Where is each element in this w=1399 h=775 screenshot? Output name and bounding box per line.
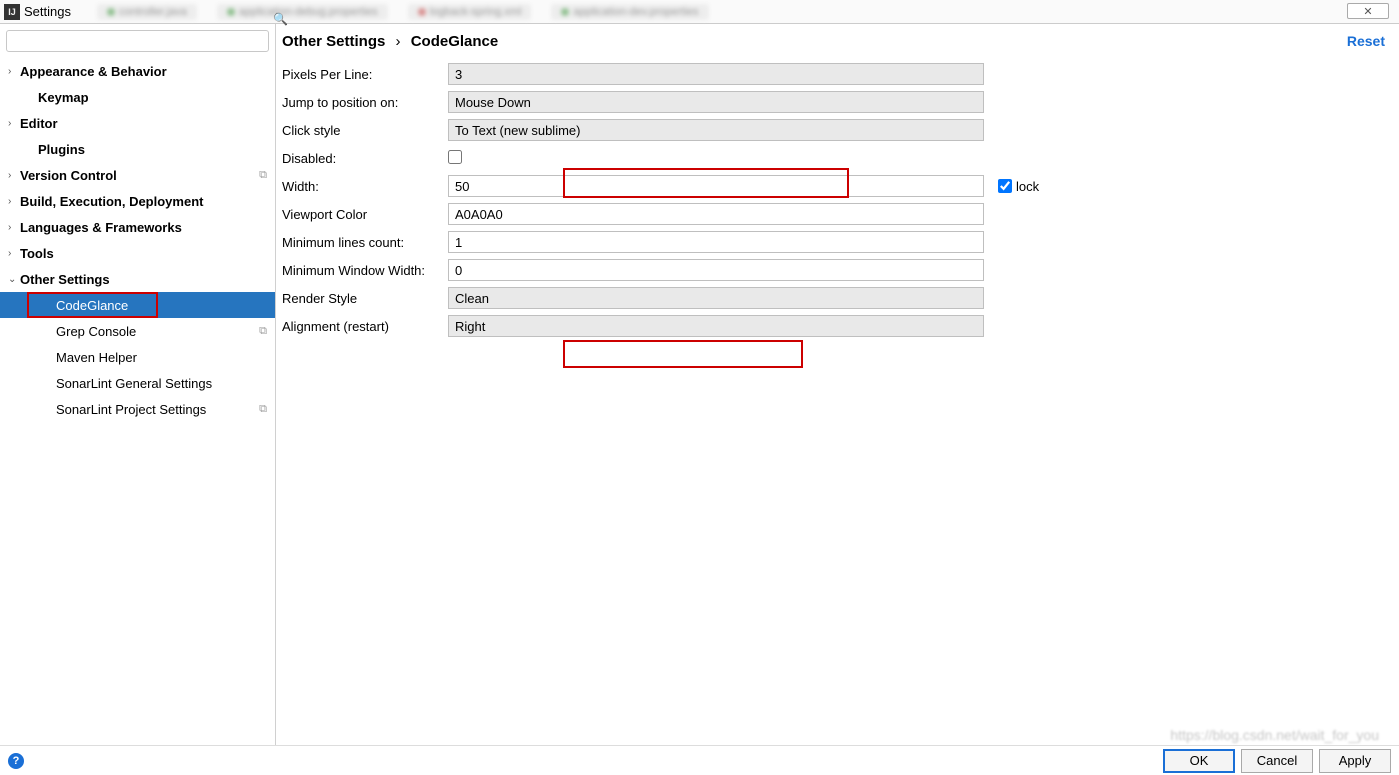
settings-sidebar: 🔍 ›Appearance & BehaviorKeymap›EditorPlu… — [0, 24, 276, 745]
tree-item-label: CodeGlance — [56, 298, 128, 313]
pixels-per-line-select[interactable]: 3 — [448, 63, 984, 85]
chevron-icon: › — [8, 248, 20, 259]
help-icon[interactable]: ? — [8, 753, 24, 769]
render-style-select[interactable]: Clean — [448, 287, 984, 309]
jump-to-label: Jump to position on: — [282, 95, 448, 110]
chevron-icon: › — [8, 66, 20, 77]
apply-button[interactable]: Apply — [1319, 749, 1391, 773]
breadcrumb-separator: › — [396, 33, 401, 50]
tree-item-label: Languages & Frameworks — [20, 220, 182, 235]
tree-item-label: Plugins — [38, 142, 85, 157]
settings-content: Other Settings › CodeGlance Reset Pixels… — [276, 24, 1399, 745]
min-lines-label: Minimum lines count: — [282, 235, 448, 250]
copy-icon: ⧉ — [259, 325, 267, 338]
tree-item-editor[interactable]: ›Editor — [0, 110, 275, 136]
chevron-icon: › — [8, 196, 20, 207]
min-lines-input[interactable] — [448, 231, 984, 253]
lock-checkbox[interactable] — [998, 179, 1012, 193]
tree-item-sonarlint-general-settings[interactable]: SonarLint General Settings — [0, 370, 275, 396]
width-input[interactable] — [448, 175, 984, 197]
tree-item-label: Editor — [20, 116, 58, 131]
width-label: Width: — [282, 179, 448, 194]
lock-label: lock — [1016, 179, 1039, 194]
tree-item-other-settings[interactable]: ⌄Other Settings — [0, 266, 275, 292]
tree-item-label: SonarLint General Settings — [56, 376, 212, 391]
tree-item-label: Appearance & Behavior — [20, 64, 167, 79]
tree-item-keymap[interactable]: Keymap — [0, 84, 275, 110]
render-style-label: Render Style — [282, 291, 448, 306]
click-style-select[interactable]: To Text (new sublime) — [448, 119, 984, 141]
tree-item-plugins[interactable]: Plugins — [0, 136, 275, 162]
close-icon[interactable]: ✕ — [1347, 3, 1389, 19]
tree-item-grep-console[interactable]: Grep Console ⧉ — [0, 318, 275, 344]
highlight-box-alignment — [563, 340, 803, 368]
min-window-width-label: Minimum Window Width: — [282, 263, 448, 278]
tree-item-label: Tools — [20, 246, 54, 261]
chevron-icon: › — [8, 118, 20, 129]
pixels-per-line-label: Pixels Per Line: — [282, 67, 448, 82]
disabled-label: Disabled: — [282, 151, 448, 166]
copy-icon: ⧉ — [259, 403, 267, 416]
tree-item-sonarlint-project-settings[interactable]: SonarLint Project Settings ⧉ — [0, 396, 275, 422]
viewport-color-input[interactable] — [448, 203, 984, 225]
jump-to-select[interactable]: Mouse Down — [448, 91, 984, 113]
watermark: https://blog.csdn.net/wait_for_you — [1170, 727, 1379, 743]
tree-item-label: Other Settings — [20, 272, 110, 287]
alignment-select[interactable]: Right — [448, 315, 984, 337]
editor-tabs-blur: controller.java application-debug.proper… — [97, 4, 709, 20]
chevron-icon: ⌄ — [8, 274, 20, 285]
window-title: Settings — [24, 4, 79, 19]
tree-item-label: SonarLint Project Settings — [56, 402, 206, 417]
tree-item-label: Grep Console — [56, 324, 136, 339]
tree-item-label: Keymap — [38, 90, 89, 105]
dialog-footer: ? OK Cancel Apply — [0, 745, 1399, 775]
breadcrumb-current: CodeGlance — [411, 33, 499, 50]
min-window-width-input[interactable] — [448, 259, 984, 281]
reset-link[interactable]: Reset — [1347, 33, 1385, 49]
alignment-label: Alignment (restart) — [282, 319, 448, 334]
tree-item-codeglance[interactable]: CodeGlance — [0, 292, 275, 318]
cancel-button[interactable]: Cancel — [1241, 749, 1313, 773]
chevron-icon: › — [8, 222, 20, 233]
tree-item-appearance-behavior[interactable]: ›Appearance & Behavior — [0, 58, 275, 84]
tree-item-build-execution-deployment[interactable]: ›Build, Execution, Deployment — [0, 188, 275, 214]
app-icon: IJ — [4, 4, 20, 20]
chevron-icon: › — [8, 170, 20, 181]
tree-item-maven-helper[interactable]: Maven Helper — [0, 344, 275, 370]
ok-button[interactable]: OK — [1163, 749, 1235, 773]
tree-item-tools[interactable]: ›Tools — [0, 240, 275, 266]
breadcrumb-parent[interactable]: Other Settings — [282, 33, 385, 50]
breadcrumb: Other Settings › CodeGlance — [282, 33, 1347, 50]
tree-item-label: Version Control — [20, 168, 117, 183]
copy-icon: ⧉ — [259, 169, 267, 182]
tree-item-languages-frameworks[interactable]: ›Languages & Frameworks — [0, 214, 275, 240]
titlebar: IJ Settings controller.java application-… — [0, 0, 1399, 24]
tree-item-label: Build, Execution, Deployment — [20, 194, 203, 209]
tree-item-version-control[interactable]: ›Version Control ⧉ — [0, 162, 275, 188]
search-input[interactable] — [6, 30, 269, 52]
lock-label-wrap[interactable]: lock — [998, 179, 1039, 194]
tree-item-label: Maven Helper — [56, 350, 137, 365]
disabled-checkbox[interactable] — [448, 150, 462, 164]
settings-tree: ›Appearance & BehaviorKeymap›EditorPlugi… — [0, 56, 275, 422]
viewport-color-label: Viewport Color — [282, 207, 448, 222]
click-style-label: Click style — [282, 123, 448, 138]
